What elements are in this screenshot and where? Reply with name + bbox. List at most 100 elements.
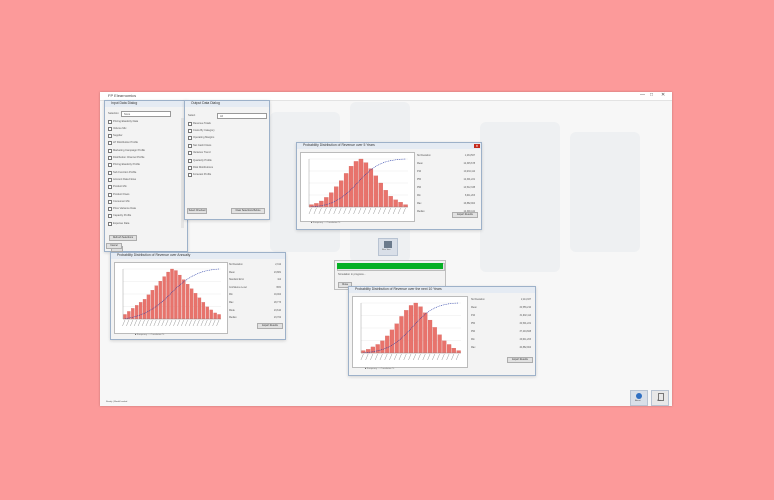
histogram-bar xyxy=(150,290,155,320)
checkbox[interactable] xyxy=(108,156,112,160)
x-tick-label xyxy=(389,353,393,361)
x-tick-label xyxy=(382,207,386,215)
about-button[interactable]: About xyxy=(630,390,648,406)
chart-plot-area xyxy=(114,262,228,334)
list-item[interactable]: Expense Data xyxy=(108,221,178,226)
x-tick-label xyxy=(393,353,397,361)
list-item[interactable]: Marketing Campaign Profile xyxy=(108,148,178,153)
checkbox[interactable] xyxy=(108,134,112,139)
list-item[interactable]: Distribution Channel Profile xyxy=(108,156,178,161)
list-item[interactable]: Costs By Category xyxy=(188,128,258,133)
checkbox[interactable] xyxy=(108,163,112,168)
list-item[interactable]: LP Distribution Profile xyxy=(108,141,178,146)
list-item[interactable]: Variance Trend xyxy=(188,151,258,156)
chart-title: Probability Distribution of Revenue over… xyxy=(117,253,191,257)
x-tick-label xyxy=(188,319,192,327)
checkbox[interactable] xyxy=(108,141,112,146)
checkbox[interactable] xyxy=(188,143,192,148)
list-item[interactable]: Price Variance Data xyxy=(108,207,178,212)
export-results-button[interactable]: Export Results xyxy=(507,357,533,363)
checkbox[interactable] xyxy=(188,173,192,178)
checkbox[interactable] xyxy=(108,170,112,175)
checkbox[interactable] xyxy=(188,158,192,163)
histogram-bar xyxy=(388,196,393,208)
list-item[interactable]: Pricing Elasticity Profile xyxy=(108,163,178,168)
stat-label: Std Deviation xyxy=(229,264,243,266)
list-item[interactable]: Net Cash Flows xyxy=(188,143,258,148)
checkbox[interactable] xyxy=(108,199,112,204)
about-label: About xyxy=(635,400,641,402)
chart-legend: ■ Frequency — Cumulative % xyxy=(135,334,165,336)
stat-value: 23,610 xyxy=(273,309,281,312)
list-item[interactable]: Account Data Flows xyxy=(108,177,178,182)
list-item[interactable]: Pricing Elasticity Data xyxy=(108,119,178,124)
checkbox[interactable] xyxy=(108,192,112,197)
list-item-label: Supplier xyxy=(113,134,123,138)
histogram-bar xyxy=(170,268,174,320)
minimize-button[interactable]: — xyxy=(640,92,645,98)
checkbox[interactable] xyxy=(108,185,112,190)
list-item[interactable]: Product Mix xyxy=(108,185,178,190)
list-item[interactable]: Capacity Profile xyxy=(108,214,178,219)
close-icon[interactable]: ✕ xyxy=(474,144,480,148)
stat-value: 112 xyxy=(277,279,281,282)
exit-label: Exit xyxy=(657,400,661,402)
checkbox[interactable] xyxy=(108,177,112,182)
histogram-bar xyxy=(398,202,403,208)
export-results-button[interactable]: Export Results xyxy=(257,323,283,329)
printer-icon xyxy=(384,241,392,248)
checkbox[interactable] xyxy=(108,119,112,124)
list-item[interactable]: Volume Mix xyxy=(108,126,178,131)
x-tick-label xyxy=(192,319,196,327)
maximize-button[interactable]: □ xyxy=(650,92,653,98)
checkbox[interactable] xyxy=(188,121,192,126)
list-item[interactable]: Supplier xyxy=(108,134,178,139)
clear-selections-button[interactable]: Clear Selections Before xyxy=(231,208,265,214)
list-item[interactable]: Product Flows xyxy=(108,192,178,197)
stat-value: 34,501,221 xyxy=(519,323,532,325)
checkbox[interactable] xyxy=(108,207,112,212)
exit-button[interactable]: Exit xyxy=(651,390,669,406)
select-checked-button[interactable]: Select Checked xyxy=(187,208,207,214)
select-dropdown[interactable]: All xyxy=(217,113,267,119)
list-item-label: Quarterly Profile xyxy=(193,158,212,162)
export-results-button[interactable]: Export Results xyxy=(452,212,478,218)
checkbox[interactable] xyxy=(188,128,192,133)
list-item[interactable]: Consumer Mix xyxy=(108,199,178,204)
close-button[interactable]: ✕ xyxy=(661,92,665,98)
list-item-label: Revenue Totals xyxy=(193,121,211,125)
x-tick-label xyxy=(169,319,173,327)
histogram-bar xyxy=(142,299,147,320)
selection-dropdown[interactable]: None xyxy=(121,111,171,117)
checkbox[interactable] xyxy=(188,151,192,156)
stat-value: 23,881 xyxy=(273,271,281,274)
histogram-bar xyxy=(389,329,395,354)
checkbox[interactable] xyxy=(188,136,192,141)
output-window-title: Output Data Dialog xyxy=(191,101,220,105)
output-data-window: Output Data Dialog Select All Revenue To… xyxy=(184,100,270,220)
chart-legend: ■ Frequency — Cumulative % xyxy=(311,222,341,224)
cancel-button[interactable]: Cancel xyxy=(106,243,122,249)
histogram-bar xyxy=(348,166,354,208)
stat-value: 12,301,221 xyxy=(463,179,476,181)
stat-label: Std Deviation xyxy=(471,299,485,301)
list-item[interactable]: Quarterly Profile xyxy=(188,158,258,163)
run-sim-button[interactable]: Run Sim xyxy=(378,238,398,256)
list-item[interactable]: Revenue Totals xyxy=(188,121,258,126)
checkbox[interactable] xyxy=(108,148,112,153)
x-tick-label xyxy=(427,353,431,361)
list-item[interactable]: Risk Distributions xyxy=(188,165,258,170)
checkbox[interactable] xyxy=(108,214,112,219)
checkbox[interactable] xyxy=(108,126,112,131)
list-item[interactable]: Forecast Profile xyxy=(188,173,258,178)
list-item[interactable]: Sub Function Profile xyxy=(108,170,178,175)
checkbox[interactable] xyxy=(108,221,112,226)
x-tick-label xyxy=(177,319,181,327)
x-tick-label xyxy=(373,207,377,215)
list-item-label: Variance Trend xyxy=(193,151,211,155)
refresh-selections-button[interactable]: Refresh Selections xyxy=(109,235,137,241)
list-item[interactable]: Operating Margins xyxy=(188,136,258,141)
histogram-bar xyxy=(403,204,408,208)
histogram-bar xyxy=(324,197,329,208)
checkbox[interactable] xyxy=(188,165,192,170)
